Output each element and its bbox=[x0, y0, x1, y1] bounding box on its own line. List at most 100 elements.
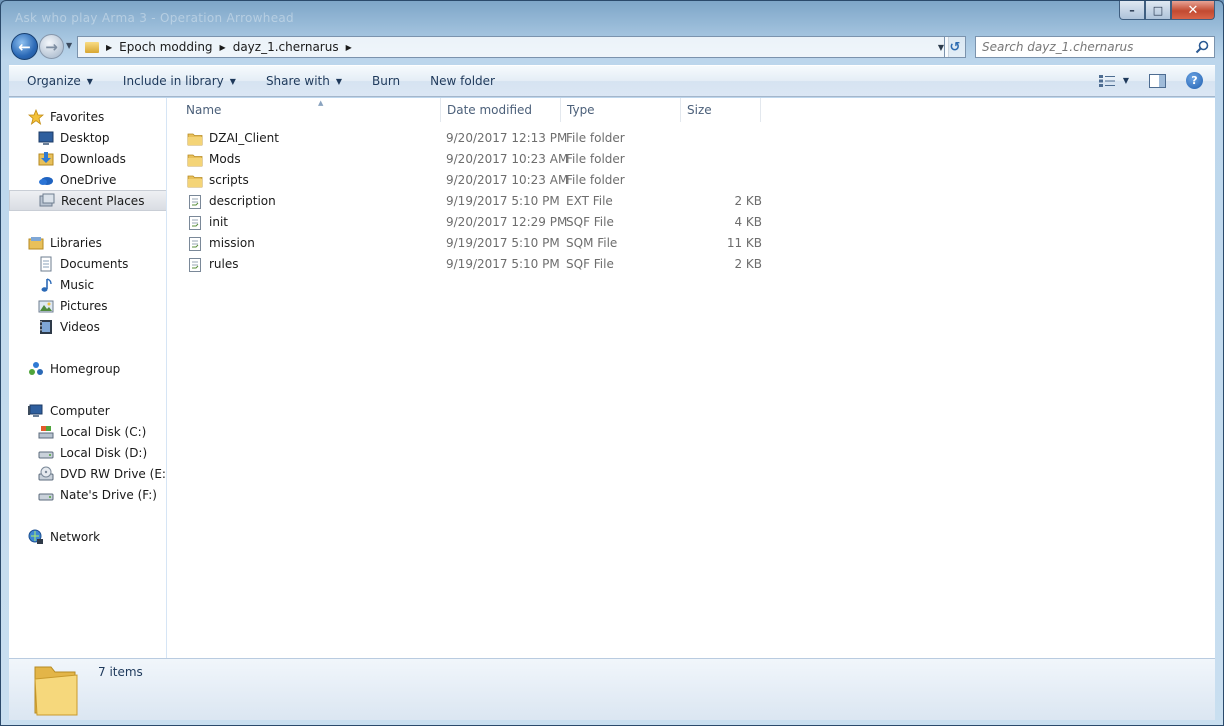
nav-homegroup[interactable]: Homegroup bbox=[9, 358, 166, 379]
computer-icon bbox=[28, 404, 43, 417]
nav-favorites[interactable]: Favorites bbox=[9, 106, 166, 127]
removable-drive-icon bbox=[38, 493, 54, 500]
documents-icon bbox=[40, 256, 52, 271]
pictures-icon bbox=[38, 300, 54, 312]
refresh-button[interactable]: ↺ bbox=[944, 36, 966, 58]
recent-places-icon bbox=[39, 193, 55, 206]
desktop-icon bbox=[38, 131, 54, 145]
file-row[interactable]: mission 9/19/2017 5:10 PM SQM File 11 KB bbox=[178, 233, 768, 254]
preview-pane-button[interactable] bbox=[1149, 73, 1166, 88]
window-title: Ask who play Arma 3 - Operation Arrowhea… bbox=[15, 11, 294, 25]
command-bar: Organize ▼ Include in library ▼ Share with… bbox=[9, 65, 1215, 97]
nav-pictures[interactable]: Pictures bbox=[9, 295, 166, 316]
nav-local-disk-c[interactable]: Local Disk (C:) bbox=[9, 421, 166, 442]
text-file-icon bbox=[189, 236, 201, 251]
title-bar[interactable]: Ask who play Arma 3 - Operation Arrowhea… bbox=[1, 1, 1223, 31]
column-header-date[interactable]: Date modified bbox=[441, 98, 561, 122]
chevron-down-icon[interactable]: ▼ bbox=[1123, 76, 1129, 85]
nav-desktop-label: Desktop bbox=[60, 130, 110, 145]
column-header-size[interactable]: Size bbox=[681, 98, 761, 122]
nav-local-disk-d[interactable]: Local Disk (D:) bbox=[9, 442, 166, 463]
nav-dvd-rw-drive-e[interactable]: DVD RW Drive (E:) C bbox=[9, 463, 166, 484]
breadcrumb-arrow-icon[interactable]: ▶ bbox=[220, 43, 226, 52]
file-row[interactable]: description 9/19/2017 5:10 PM EXT File 2… bbox=[178, 191, 768, 212]
change-view-button[interactable]: ▼ bbox=[1098, 74, 1129, 87]
chevron-down-icon: ▼ bbox=[229, 76, 236, 86]
nav-libraries[interactable]: Libraries bbox=[9, 232, 166, 253]
share-with-label: Share with bbox=[265, 74, 330, 88]
address-bar[interactable]: ▶ Epoch modding ▶ dayz_1.chernarus ▶ ▼ bbox=[77, 36, 949, 58]
nav-computer[interactable]: Computer bbox=[9, 400, 166, 421]
nav-nates-drive-f[interactable]: Nate's Drive (F:) bbox=[9, 484, 166, 505]
nav-downloads[interactable]: Downloads bbox=[9, 148, 166, 169]
videos-icon bbox=[40, 319, 52, 334]
folder-icon bbox=[187, 154, 203, 166]
file-date: 9/19/2017 5:10 PM bbox=[446, 257, 560, 271]
new-folder-button[interactable]: New folder bbox=[430, 72, 495, 90]
nav-pictures-label: Pictures bbox=[60, 298, 108, 313]
file-list[interactable]: ▲ Name Date modified Type Size DZAI_Clie… bbox=[168, 98, 1215, 658]
file-row[interactable]: scripts 9/20/2017 10:23 AM File folder bbox=[178, 170, 768, 191]
downloads-icon bbox=[38, 151, 54, 165]
recent-pages-dropdown[interactable]: ▼ bbox=[66, 41, 72, 50]
breadcrumb-arrow-icon[interactable]: ▶ bbox=[106, 43, 112, 52]
arrow-left-icon: ← bbox=[18, 37, 31, 56]
nav-dvd-rw-drive-e-label: DVD RW Drive (E:) C bbox=[60, 466, 166, 481]
file-name: rules bbox=[209, 257, 239, 271]
folder-icon bbox=[85, 41, 99, 53]
nav-documents[interactable]: Documents bbox=[9, 253, 166, 274]
file-size bbox=[686, 149, 762, 170]
column-header-type[interactable]: Type bbox=[561, 98, 681, 122]
sort-ascending-icon: ▲ bbox=[318, 99, 324, 107]
forward-button[interactable]: → bbox=[39, 34, 64, 59]
view-list-icon bbox=[1098, 74, 1115, 87]
organize-button[interactable]: Organize ▼ bbox=[27, 72, 93, 90]
include-in-library-button[interactable]: Include in library ▼ bbox=[123, 72, 236, 90]
burn-label: Burn bbox=[372, 74, 401, 88]
nav-nates-drive-f-label: Nate's Drive (F:) bbox=[60, 487, 157, 502]
help-button[interactable]: ? bbox=[1186, 72, 1203, 89]
burn-button[interactable]: Burn bbox=[372, 72, 400, 90]
computer-group: Computer Local Disk (C:) Local Disk (D:)… bbox=[9, 400, 166, 505]
column-header-name[interactable]: ▲ Name bbox=[180, 98, 441, 122]
content-frame: Favorites Desktop Downloads OneDrive Rec… bbox=[9, 98, 1215, 658]
file-row[interactable]: rules 9/19/2017 5:10 PM SQF File 2 KB bbox=[178, 254, 768, 275]
share-with-button[interactable]: Share with ▼ bbox=[266, 72, 342, 90]
file-date: 9/20/2017 10:23 AM bbox=[446, 152, 569, 166]
minimize-button[interactable]: – bbox=[1119, 1, 1145, 20]
breadcrumb-dayz-chernarus[interactable]: dayz_1.chernarus bbox=[233, 40, 339, 54]
view-controls: ▼ ? bbox=[1085, 72, 1203, 89]
search-icon[interactable] bbox=[1195, 40, 1209, 54]
file-row[interactable]: Mods 9/20/2017 10:23 AM File folder bbox=[178, 149, 768, 170]
nav-music[interactable]: Music bbox=[9, 274, 166, 295]
nav-desktop[interactable]: Desktop bbox=[9, 127, 166, 148]
search-input[interactable] bbox=[982, 40, 1192, 54]
navigation-pane[interactable]: Favorites Desktop Downloads OneDrive Rec… bbox=[9, 98, 167, 658]
nav-network[interactable]: Network bbox=[9, 526, 166, 547]
back-button[interactable]: ← bbox=[11, 33, 38, 60]
nav-onedrive[interactable]: OneDrive bbox=[9, 169, 166, 190]
breadcrumb-epoch-modding[interactable]: Epoch modding bbox=[119, 40, 212, 54]
file-type: File folder bbox=[566, 131, 625, 145]
music-icon bbox=[41, 277, 52, 292]
column-headers: ▲ Name Date modified Type Size bbox=[168, 98, 768, 122]
file-size: 4 KB bbox=[734, 215, 762, 229]
nav-recent-places[interactable]: Recent Places bbox=[9, 190, 166, 211]
file-size bbox=[686, 128, 762, 149]
file-name: DZAI_Client bbox=[209, 131, 279, 145]
file-name: mission bbox=[209, 236, 255, 250]
breadcrumb-arrow-icon[interactable]: ▶ bbox=[346, 43, 352, 52]
maximize-button[interactable]: □ bbox=[1145, 1, 1171, 20]
close-button[interactable]: ✕ bbox=[1171, 1, 1215, 20]
file-row[interactable]: DZAI_Client 9/20/2017 12:13 PM File fold… bbox=[178, 128, 768, 149]
homegroup-group: Homegroup bbox=[9, 358, 166, 379]
cloud-icon bbox=[39, 176, 53, 185]
search-box[interactable] bbox=[975, 36, 1215, 58]
preview-pane-icon bbox=[1149, 73, 1166, 88]
nav-recent-places-label: Recent Places bbox=[61, 193, 145, 208]
file-row[interactable]: init 9/20/2017 12:29 PM SQF File 4 KB bbox=[178, 212, 768, 233]
folder-icon bbox=[187, 175, 203, 187]
nav-videos[interactable]: Videos bbox=[9, 316, 166, 337]
file-name-cell: Mods bbox=[187, 149, 241, 170]
arrow-right-icon: → bbox=[45, 37, 58, 56]
